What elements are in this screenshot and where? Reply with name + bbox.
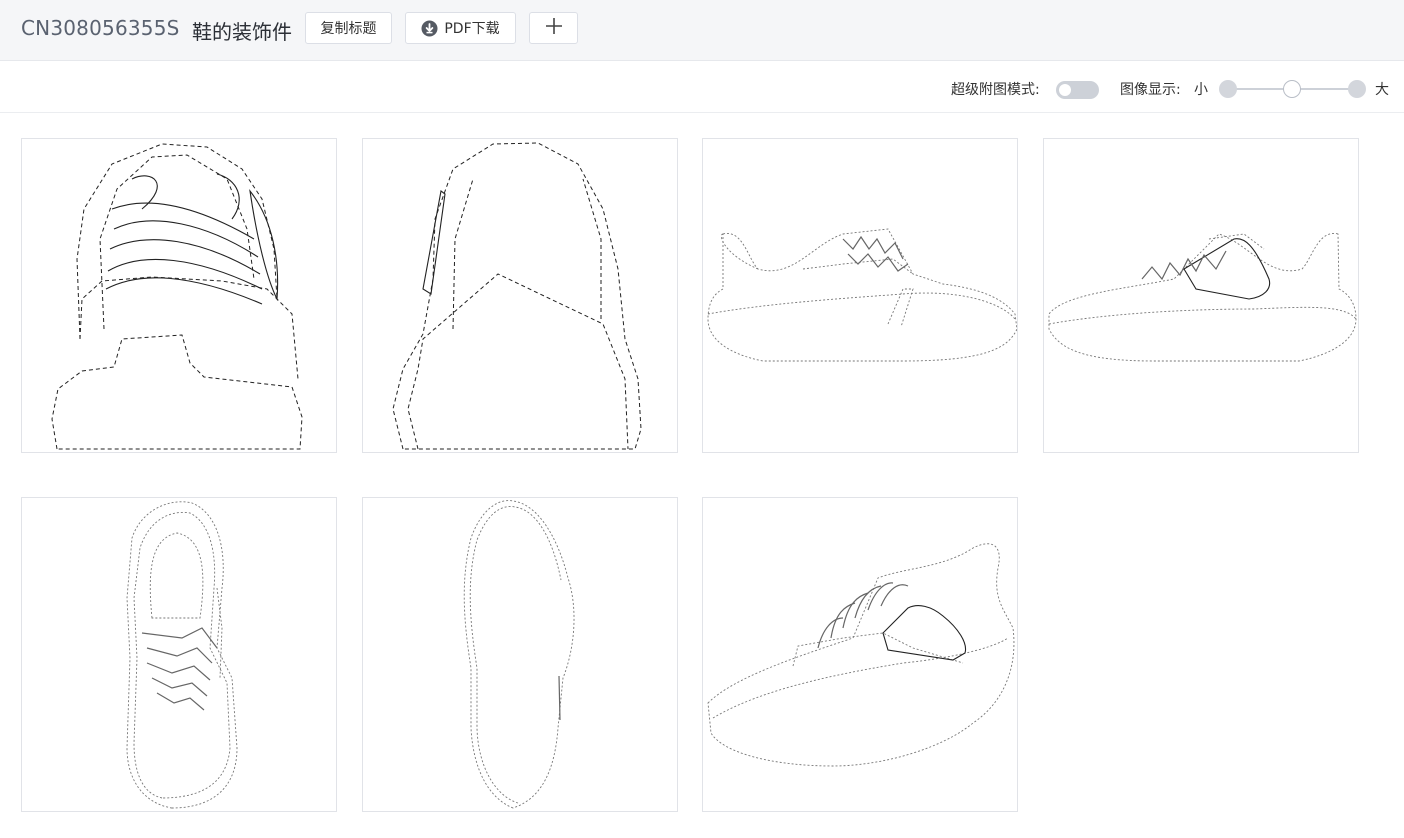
pdf-download-button[interactable]: PDF下载 xyxy=(405,12,516,44)
slider-handle[interactable] xyxy=(1283,80,1301,98)
shoe-rear-view-drawing xyxy=(392,142,642,450)
header-bar: CN308056355S 鞋的装饰件 复制标题 PDF下载 xyxy=(0,0,1404,61)
shoe-front-view-drawing xyxy=(51,143,303,450)
figure-thumbnail[interactable] xyxy=(362,497,678,812)
super-figure-mode-label: 超级附图模式: xyxy=(951,82,1040,98)
figure-thumbnail[interactable] xyxy=(21,497,337,812)
shoe-right-side-drawing xyxy=(1048,233,1357,362)
size-large-label: 大 xyxy=(1375,82,1389,98)
figure-thumbnail[interactable] xyxy=(702,138,1018,453)
shoe-top-view-drawing xyxy=(126,501,238,809)
add-button[interactable] xyxy=(529,12,578,44)
copy-title-button[interactable]: 复制标题 xyxy=(305,12,392,44)
pdf-download-label: PDF下载 xyxy=(444,21,500,37)
toggle-knob xyxy=(1059,84,1071,96)
image-display-label: 图像显示: xyxy=(1120,82,1181,98)
shoe-left-side-drawing xyxy=(707,228,1017,362)
publication-number: CN308056355S xyxy=(21,16,180,40)
figure-thumbnail[interactable] xyxy=(1043,138,1359,453)
download-circle-icon xyxy=(421,20,438,37)
page-title: 鞋的装饰件 xyxy=(192,20,292,44)
plus-icon xyxy=(545,17,563,39)
size-small-label: 小 xyxy=(1194,82,1208,98)
slider-stop-small[interactable] xyxy=(1219,80,1237,98)
copy-title-label: 复制标题 xyxy=(320,21,377,37)
shoe-perspective-drawing xyxy=(707,543,1015,767)
slider-stop-large[interactable] xyxy=(1348,80,1366,98)
figure-thumbnail[interactable] xyxy=(21,138,337,453)
super-figure-mode-toggle[interactable] xyxy=(1056,81,1099,99)
figure-thumbnail[interactable] xyxy=(702,497,1018,812)
view-toolbar: 超级附图模式: 图像显示: 小 大 xyxy=(0,61,1404,113)
shoe-bottom-view-drawing xyxy=(463,500,575,809)
figure-thumbnail[interactable] xyxy=(362,138,678,453)
figure-gallery xyxy=(0,113,1404,838)
